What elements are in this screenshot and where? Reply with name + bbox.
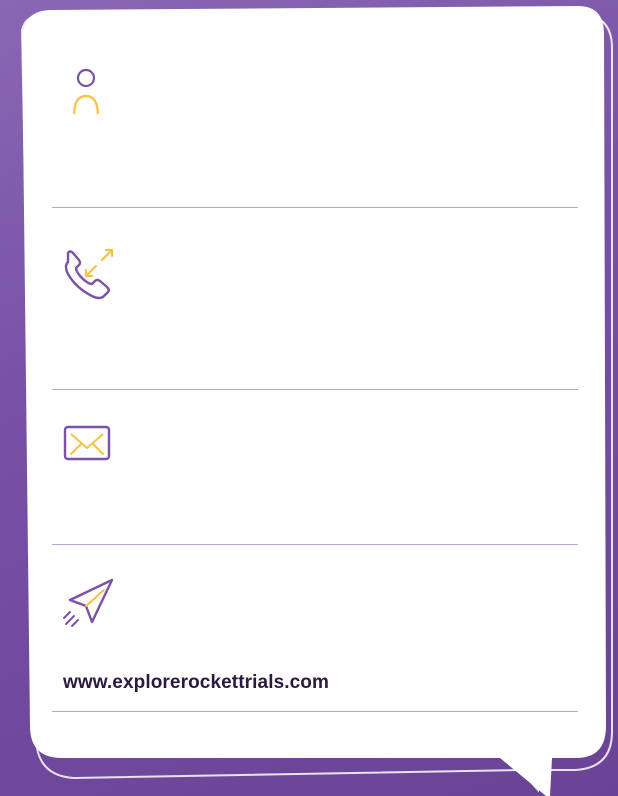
- contact-fields: www.explorerockettrials.com: [52, 0, 578, 796]
- email-divider: [52, 544, 578, 545]
- website-text: www.explorerockettrials.com: [63, 672, 329, 693]
- paper-plane-icon: [62, 576, 114, 627]
- person-icon: [62, 66, 110, 118]
- phone-divider: [52, 389, 578, 390]
- name-divider: [52, 207, 578, 208]
- phone-call-icon: [62, 244, 114, 300]
- website-divider: [52, 711, 578, 712]
- envelope-icon: [62, 424, 111, 472]
